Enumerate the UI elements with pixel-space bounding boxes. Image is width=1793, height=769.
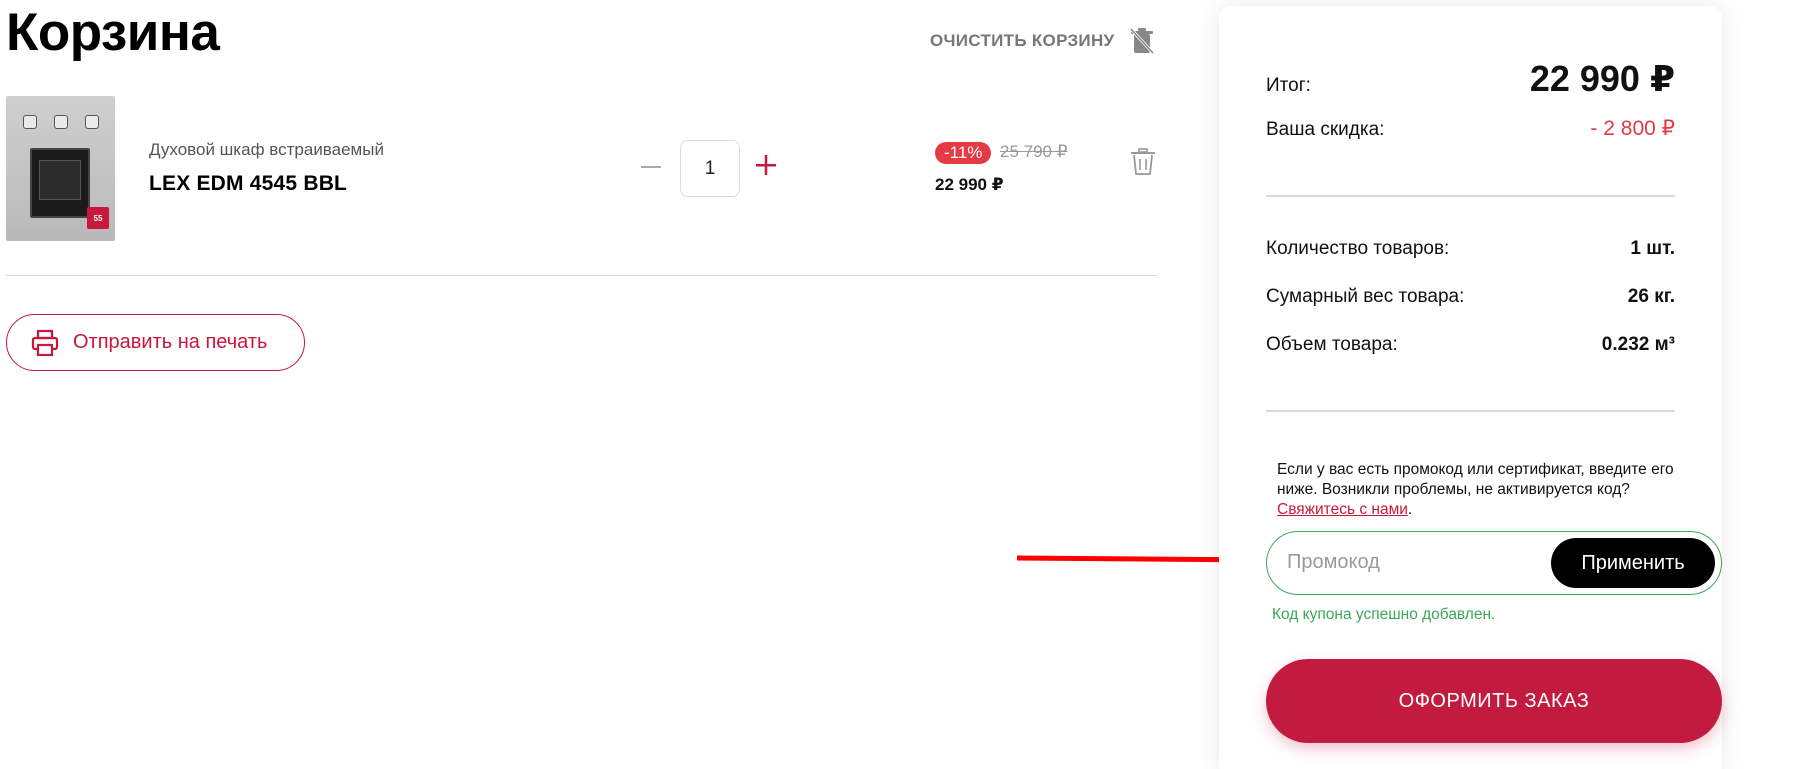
printer-icon [31, 329, 59, 356]
apply-promo-button[interactable]: Применить [1551, 538, 1715, 588]
contact-us-link[interactable]: Свяжитесь с нами [1277, 501, 1408, 518]
clear-trash-icon [1128, 26, 1156, 56]
discount-badge: -11% [935, 142, 992, 164]
print-button[interactable]: Отправить на печать [6, 314, 305, 371]
discount-value: - 2 800 ₽ [1590, 117, 1675, 140]
clear-cart-label: ОЧИСТИТЬ КОРЗИНУ [930, 31, 1115, 50]
discount-label: Ваша скидка: [1266, 119, 1385, 140]
cart-item-row: 55 Духовой шкаф встраиваемый LEX EDM 454… [6, 96, 1158, 276]
promo-code-input[interactable] [1287, 532, 1547, 593]
oven-control-panel [14, 108, 107, 136]
old-price: 25 790 ₽ [1000, 142, 1068, 161]
trash-icon [1131, 148, 1155, 175]
total-row: Итог: 22 990 ₽ [1266, 58, 1675, 100]
promo-note-text: Если у вас есть промокод или сертификат,… [1277, 461, 1674, 498]
remove-item-button[interactable] [1130, 148, 1158, 178]
count-value: 1 шт. [1630, 238, 1675, 259]
quantity-decrease-button[interactable] [636, 152, 666, 182]
promo-success-message: Код купона успешно добавлен. [1272, 606, 1496, 623]
width-badge: 55 [87, 207, 109, 229]
order-summary-panel: Итог: 22 990 ₽ Ваша скидка: - 2 800 ₽ Ко… [1219, 6, 1722, 769]
plus-icon [756, 155, 776, 175]
product-image[interactable]: 55 [6, 96, 115, 241]
page-title: Корзина [6, 3, 220, 62]
discount-row: Ваша скидка: - 2 800 ₽ [1266, 116, 1675, 141]
weight-value: 26 кг. [1627, 286, 1675, 307]
volume-label: Объем товара: [1266, 334, 1398, 355]
total-value: 22 990 ₽ [1529, 58, 1675, 99]
volume-row: Объем товара: 0.232 м³ [1266, 334, 1675, 356]
minus-icon [641, 166, 661, 168]
weight-label: Сумарный вес товара: [1266, 286, 1465, 307]
quantity-input[interactable]: 1 [680, 140, 740, 197]
current-price: 22 990 ₽ [935, 175, 1004, 194]
product-type: Духовой шкаф встраиваемый [149, 140, 384, 159]
count-row: Количество товаров: 1 шт. [1266, 238, 1675, 260]
weight-row: Сумарный вес товара: 26 кг. [1266, 286, 1675, 308]
count-label: Количество товаров: [1266, 238, 1450, 259]
oven-door [30, 148, 90, 218]
promo-note: Если у вас есть промокод или сертификат,… [1277, 461, 1674, 518]
quantity-increase-button[interactable] [751, 150, 781, 180]
divider [1266, 410, 1675, 412]
print-button-label: Отправить на печать [73, 331, 268, 353]
volume-value: 0.232 м³ [1601, 334, 1675, 355]
divider [1266, 195, 1675, 197]
product-name[interactable]: LEX EDM 4545 BBL [149, 172, 347, 196]
total-label: Итог: [1266, 75, 1311, 96]
promo-code-form: Применить [1266, 531, 1722, 595]
clear-cart-button[interactable]: ОЧИСТИТЬ КОРЗИНУ [930, 26, 1156, 56]
checkout-button[interactable]: ОФОРМИТЬ ЗАКАЗ [1266, 659, 1722, 743]
